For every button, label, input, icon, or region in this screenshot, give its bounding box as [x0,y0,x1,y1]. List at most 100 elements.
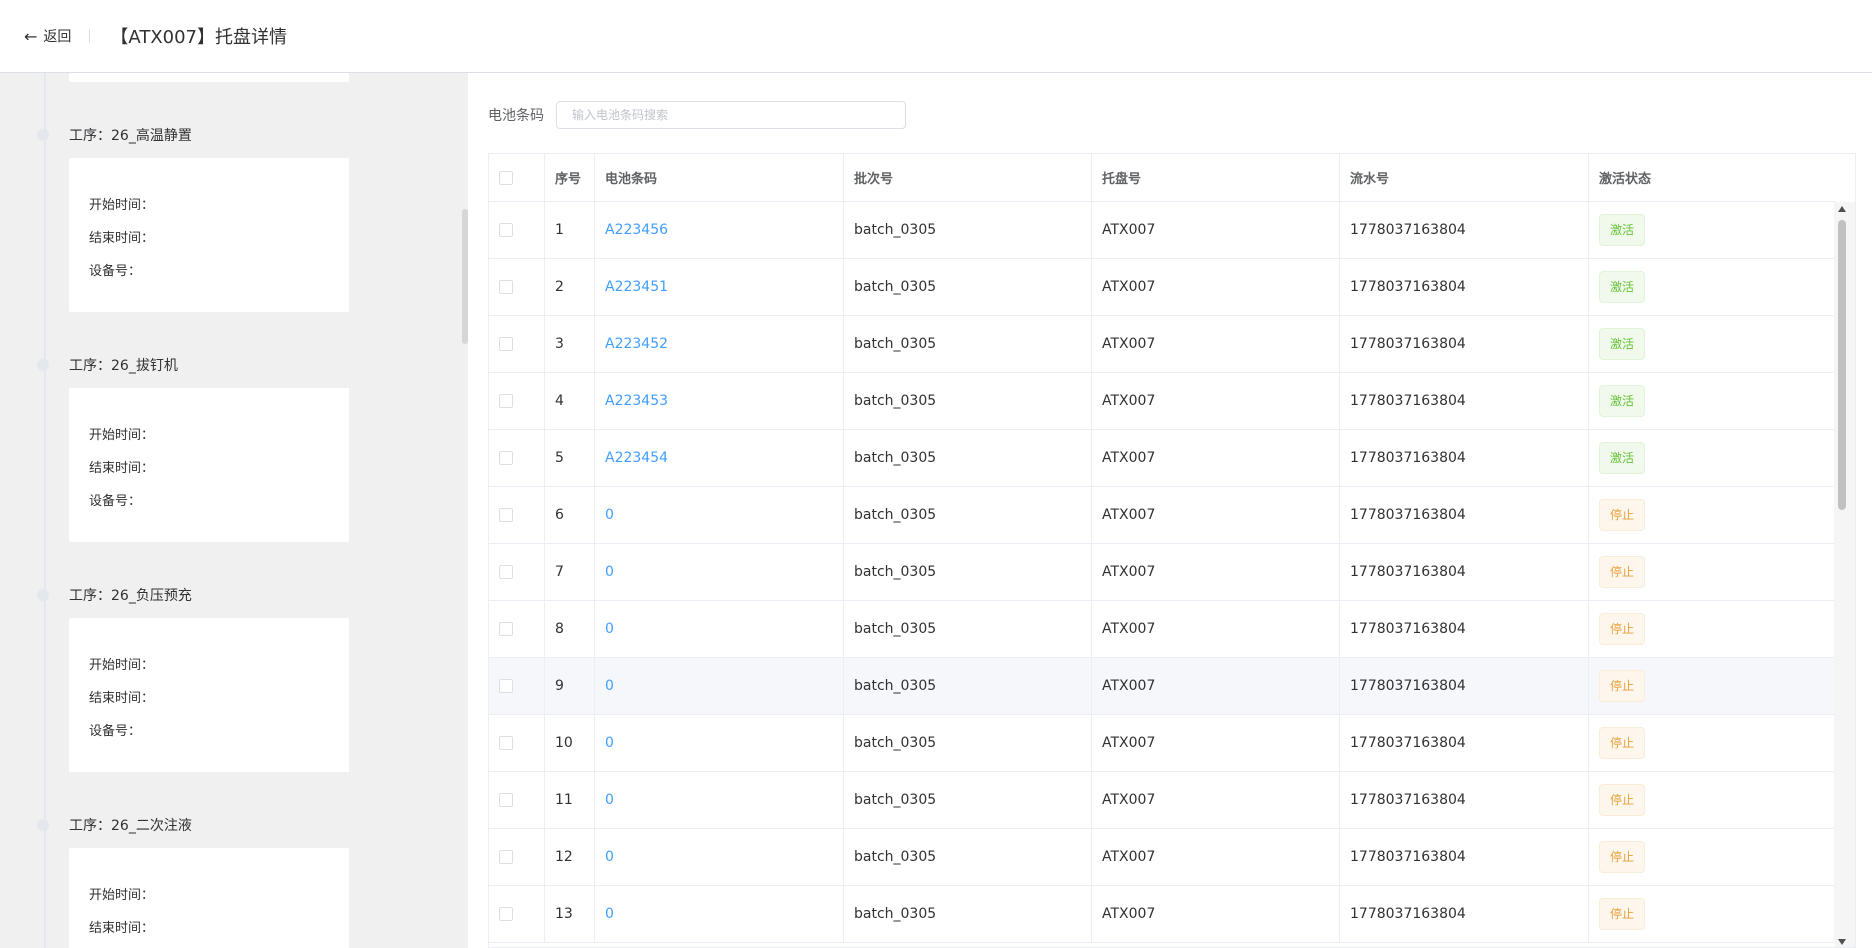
barcode-link[interactable]: 0 [605,849,614,865]
row-checkbox[interactable] [499,736,513,750]
end-time-label: 结束时间： [89,921,155,936]
barcode-link[interactable]: 0 [605,678,614,694]
status-badge: 激活 [1599,271,1646,303]
scroll-down-icon[interactable] [1838,939,1846,945]
row-no: 7 [545,544,595,600]
row-status-cell: 停止 [1589,772,1836,828]
scroll-thumb[interactable] [1838,220,1846,510]
row-checkbox-cell [489,658,545,714]
row-serial: 1778037163804 [1340,202,1589,258]
row-checkbox[interactable] [499,223,513,237]
row-checkbox[interactable] [499,337,513,351]
table-row[interactable]: 12 0 batch_0305 ATX007 1778037163804 停止 [489,829,1836,886]
row-checkbox[interactable] [499,679,513,693]
timeline-card-4: 开始时间： 结束时间： [69,848,349,948]
barcode-link[interactable]: A223452 [605,336,668,352]
table-row[interactable]: 13 0 batch_0305 ATX007 1778037163804 停止 [489,886,1836,943]
start-time-label: 开始时间： [89,888,155,903]
back-button[interactable]: ← 返回 [24,26,71,46]
row-batch: batch_0305 [844,373,1092,429]
table-row[interactable]: 5 A223454 batch_0305 ATX007 1778037163804 激活 [489,430,1836,487]
table-row[interactable]: 10 0 batch_0305 ATX007 1778037163804 停止 [489,715,1836,772]
row-checkbox[interactable] [499,394,513,408]
row-checkbox-cell [489,601,545,657]
status-badge: 停止 [1599,841,1646,873]
row-serial: 1778037163804 [1340,772,1589,828]
row-status-cell: 停止 [1589,829,1836,885]
row-no: 5 [545,430,595,486]
scroll-up-icon[interactable] [1838,206,1846,212]
row-batch: batch_0305 [844,430,1092,486]
barcode-link[interactable]: A223453 [605,393,668,409]
header-no: 序号 [545,154,595,201]
barcode-search-input[interactable] [556,101,906,129]
status-badge: 停止 [1599,556,1646,588]
timeline-dot [37,129,49,141]
page-header: ← 返回 【ATX007】托盘详情 [0,0,1872,73]
row-checkbox[interactable] [499,280,513,294]
barcode-link[interactable]: 0 [605,735,614,751]
row-tray: ATX007 [1092,430,1340,486]
timeline-step-4: 工序：26_二次注液 [37,815,192,835]
row-status-cell: 激活 [1589,430,1836,486]
row-barcode-cell: A223456 [595,202,844,258]
row-batch: batch_0305 [844,544,1092,600]
table-row[interactable]: 8 0 batch_0305 ATX007 1778037163804 停止 [489,601,1836,658]
start-time-label: 开始时间： [89,198,155,213]
row-tray: ATX007 [1092,886,1340,942]
header-tray: 托盘号 [1092,154,1340,201]
header-serial: 流水号 [1340,154,1589,201]
table-row[interactable]: 11 0 batch_0305 ATX007 1778037163804 停止 [489,772,1836,829]
timeline-step-3: 工序：26_负压预充 [37,585,192,605]
table-row[interactable]: 6 0 batch_0305 ATX007 1778037163804 停止 [489,487,1836,544]
barcode-link[interactable]: 0 [605,507,614,523]
row-checkbox[interactable] [499,565,513,579]
row-serial: 1778037163804 [1340,658,1589,714]
row-batch: batch_0305 [844,658,1092,714]
row-batch: batch_0305 [844,202,1092,258]
device-label: 设备号： [89,264,142,279]
table-vertical-scrollbar[interactable] [1834,202,1855,947]
row-serial: 1778037163804 [1340,316,1589,372]
row-barcode-cell: A223452 [595,316,844,372]
timeline-card-partial [69,73,349,82]
barcode-link[interactable]: A223451 [605,279,668,295]
row-serial: 1778037163804 [1340,886,1589,942]
barcode-link[interactable]: A223454 [605,450,668,466]
barcode-link[interactable]: 0 [605,621,614,637]
header-status: 激活状态 [1599,172,1652,187]
table-row[interactable]: 2 A223451 batch_0305 ATX007 1778037163804 激活 [489,259,1836,316]
row-checkbox[interactable] [499,508,513,522]
table-row[interactable]: 4 A223453 batch_0305 ATX007 1778037163804 激活 [489,373,1836,430]
row-barcode-cell: 0 [595,601,844,657]
row-checkbox[interactable] [499,451,513,465]
table-row[interactable]: 3 A223452 batch_0305 ATX007 1778037163804 激活 [489,316,1836,373]
barcode-link[interactable]: A223456 [605,222,668,238]
barcode-link[interactable]: 0 [605,792,614,808]
table-row[interactable]: 7 0 batch_0305 ATX007 1778037163804 停止 [489,544,1836,601]
row-checkbox[interactable] [499,622,513,636]
row-checkbox-cell [489,544,545,600]
row-no: 4 [545,373,595,429]
barcode-link[interactable]: 0 [605,564,614,580]
row-checkbox[interactable] [499,850,513,864]
select-all-checkbox[interactable] [499,170,513,185]
row-serial: 1778037163804 [1340,601,1589,657]
row-checkbox[interactable] [499,793,513,807]
row-batch: batch_0305 [844,316,1092,372]
battery-list-panel: 电池条码 序号 电池条码 批次号 托盘号 流水号 激活状态 1 A223456 ba… [468,73,1872,948]
row-serial: 1778037163804 [1340,544,1589,600]
row-no: 12 [545,829,595,885]
barcode-link[interactable]: 0 [605,906,614,922]
row-barcode-cell: 0 [595,772,844,828]
row-barcode-cell: 0 [595,829,844,885]
row-no: 9 [545,658,595,714]
timeline-step-2: 工序：26_拔钉机 [37,355,178,375]
row-no: 6 [545,487,595,543]
row-checkbox[interactable] [499,907,513,921]
table-row[interactable]: 1 A223456 batch_0305 ATX007 1778037163804 激活 [489,202,1836,259]
step-label: 工序：26_二次注液 [69,818,192,834]
table-row[interactable]: 9 0 batch_0305 ATX007 1778037163804 停止 [489,658,1836,715]
timeline-dot [37,819,49,831]
row-status-cell: 激活 [1589,316,1836,372]
